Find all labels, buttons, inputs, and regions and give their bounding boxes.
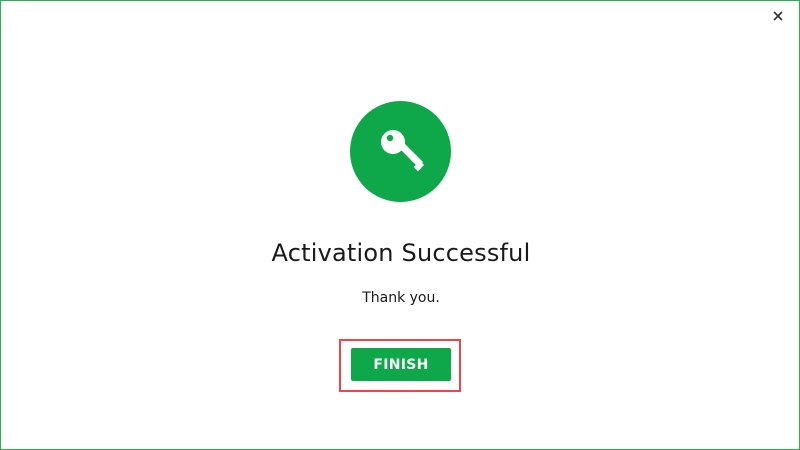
finish-button[interactable]: FINISH (351, 348, 451, 381)
activation-dialog: Activation Successful Thank you. FINISH (0, 0, 800, 450)
thank-you-message: Thank you. (362, 290, 440, 306)
close-button[interactable] (769, 7, 787, 25)
close-icon (773, 11, 783, 21)
key-icon (380, 129, 424, 171)
dialog-title: Activation Successful (271, 239, 531, 267)
success-badge (350, 101, 451, 202)
